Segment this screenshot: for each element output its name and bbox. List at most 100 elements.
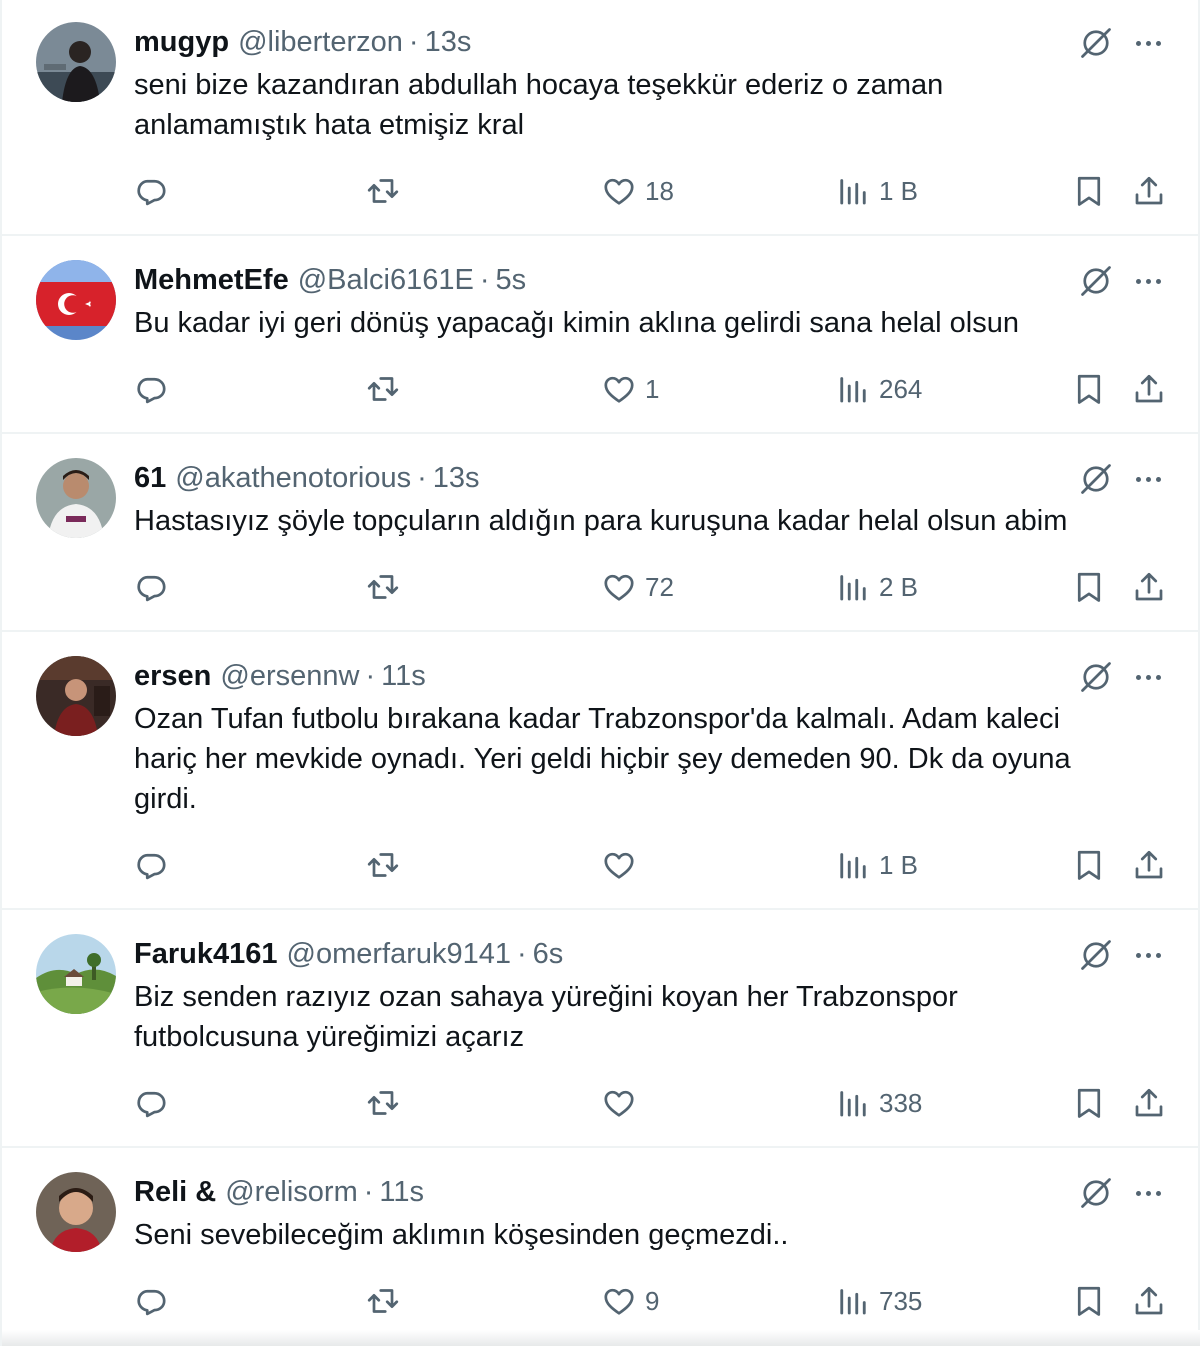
tweet-header: Reli & @relisorm · 11s: [134, 1174, 424, 1210]
retweet-button[interactable]: [365, 1083, 401, 1123]
bookmark-button[interactable]: [1071, 369, 1107, 409]
reply-button[interactable]: [133, 567, 169, 607]
retweet-button[interactable]: [365, 567, 401, 607]
reply-button[interactable]: [133, 171, 169, 211]
reply-button[interactable]: [133, 1281, 169, 1321]
action-bar: 338: [2, 1083, 1200, 1123]
like-button[interactable]: 72: [601, 567, 674, 607]
grok-icon[interactable]: [1078, 461, 1114, 497]
timestamp[interactable]: 6s: [533, 938, 564, 971]
separator-dot: ·: [408, 25, 419, 58]
tweet-text-line: hariç her mevkide oynadı. Yeri geldi hiç…: [134, 743, 1071, 775]
bookmark-button[interactable]: [1071, 1083, 1107, 1123]
retweet-button[interactable]: [365, 1281, 401, 1321]
display-name[interactable]: MehmetEfe: [134, 264, 289, 297]
retweet-icon: [367, 853, 399, 877]
views-button[interactable]: 735: [835, 1281, 922, 1321]
share-button[interactable]: [1131, 567, 1167, 607]
display-name[interactable]: mugyp: [134, 26, 229, 59]
like-button[interactable]: [601, 1083, 645, 1123]
tweet-card[interactable]: MehmetEfe @Balci6161E · 5s Bu kadar iyi …: [2, 236, 1200, 434]
user-handle[interactable]: @omerfaruk9141: [287, 938, 512, 971]
share-button[interactable]: [1131, 1083, 1167, 1123]
user-handle[interactable]: @Balci6161E: [298, 264, 474, 297]
like-count: 18: [645, 175, 674, 206]
user-handle[interactable]: @akathenotorious: [175, 462, 411, 495]
share-button[interactable]: [1131, 1281, 1167, 1321]
reply-button[interactable]: [133, 845, 169, 885]
bookmark-button[interactable]: [1071, 171, 1107, 211]
like-count: 72: [645, 571, 674, 602]
reply-button[interactable]: [133, 1083, 169, 1123]
retweet-button[interactable]: [365, 845, 401, 885]
tweet-card[interactable]: ersen @ersennw · 11s Ozan Tufan futbolu …: [2, 632, 1200, 910]
display-name[interactable]: ersen: [134, 660, 211, 693]
display-name[interactable]: Reli &: [134, 1176, 216, 1209]
timestamp[interactable]: 11s: [379, 1176, 424, 1209]
avatar[interactable]: [36, 1172, 116, 1252]
action-bar: 18 1 B: [2, 171, 1200, 211]
tweet-header: ersen @ersennw · 11s: [134, 658, 426, 694]
like-button[interactable]: [601, 845, 645, 885]
grok-icon[interactable]: [1078, 659, 1114, 695]
more-icon[interactable]: [1130, 461, 1166, 497]
user-handle[interactable]: @liberterzon: [238, 26, 403, 59]
share-icon: [1135, 176, 1163, 205]
like-button[interactable]: 18: [601, 171, 674, 211]
bookmark-button[interactable]: [1071, 1281, 1107, 1321]
tweet-text-line: futbolcusuna yüreğimizi açarız: [134, 1021, 525, 1053]
tweet-card[interactable]: Faruk4161 @omerfaruk9141 · 6s Biz senden…: [2, 910, 1200, 1148]
tweet-card[interactable]: Reli & @relisorm · 11s Seni sevebileceği…: [2, 1148, 1200, 1346]
grok-icon[interactable]: [1078, 1175, 1114, 1211]
views-button[interactable]: 2 B: [835, 567, 918, 607]
retweet-button[interactable]: [365, 171, 401, 211]
timestamp[interactable]: 5s: [496, 264, 527, 297]
views-icon: [840, 179, 866, 205]
bookmark-icon: [1077, 176, 1101, 206]
heart-icon: [604, 178, 634, 205]
display-name[interactable]: Faruk4161: [134, 938, 278, 971]
timestamp[interactable]: 13s: [433, 462, 480, 495]
tweet-text: Seni sevebileceğim aklımın köşesinden ge…: [134, 1215, 1144, 1255]
avatar[interactable]: [36, 260, 116, 340]
user-handle[interactable]: @relisorm: [225, 1176, 358, 1209]
heart-icon: [604, 574, 634, 601]
tweet-text-line: seni bize kazandıran abdullah hocaya teş…: [134, 69, 944, 101]
more-icon[interactable]: [1130, 25, 1166, 61]
views-button[interactable]: 1 B: [835, 845, 918, 885]
timestamp[interactable]: 13s: [425, 26, 472, 59]
view-count: 338: [879, 1087, 923, 1118]
views-button[interactable]: 264: [835, 369, 922, 409]
reply-icon: [137, 377, 166, 404]
tweet-card[interactable]: mugyp @liberterzon · 13s seni bize kazan…: [2, 0, 1200, 236]
grok-icon[interactable]: [1078, 263, 1114, 299]
avatar[interactable]: [36, 22, 116, 102]
views-button[interactable]: 338: [835, 1083, 922, 1123]
retweet-button[interactable]: [365, 369, 401, 409]
reply-button[interactable]: [133, 369, 169, 409]
share-button[interactable]: [1131, 369, 1167, 409]
display-name[interactable]: 61: [134, 462, 166, 495]
like-button[interactable]: 9: [601, 1281, 659, 1321]
views-button[interactable]: 1 B: [835, 171, 918, 211]
avatar[interactable]: [36, 458, 116, 538]
grok-icon[interactable]: [1078, 25, 1114, 61]
avatar[interactable]: [36, 656, 116, 736]
share-button[interactable]: [1131, 845, 1167, 885]
more-icon[interactable]: [1130, 937, 1166, 973]
share-button[interactable]: [1131, 171, 1167, 211]
more-icon[interactable]: [1130, 263, 1166, 299]
tweet-card[interactable]: 61 @akathenotorious · 13s Hastasıyız şöy…: [2, 434, 1200, 632]
bookmark-button[interactable]: [1071, 845, 1107, 885]
like-count: 1: [645, 373, 660, 404]
bookmark-button[interactable]: [1071, 567, 1107, 607]
retweet-icon: [367, 1289, 399, 1313]
more-icon[interactable]: [1130, 659, 1166, 695]
timestamp[interactable]: 11s: [381, 660, 426, 693]
user-handle[interactable]: @ersennw: [220, 660, 359, 693]
avatar[interactable]: [36, 934, 116, 1014]
grok-icon[interactable]: [1078, 937, 1114, 973]
like-button[interactable]: 1: [601, 369, 659, 409]
more-icon[interactable]: [1130, 1175, 1166, 1211]
tweet-text-line: Hastasıyız şöyle topçuların aldığın para…: [134, 505, 1068, 537]
